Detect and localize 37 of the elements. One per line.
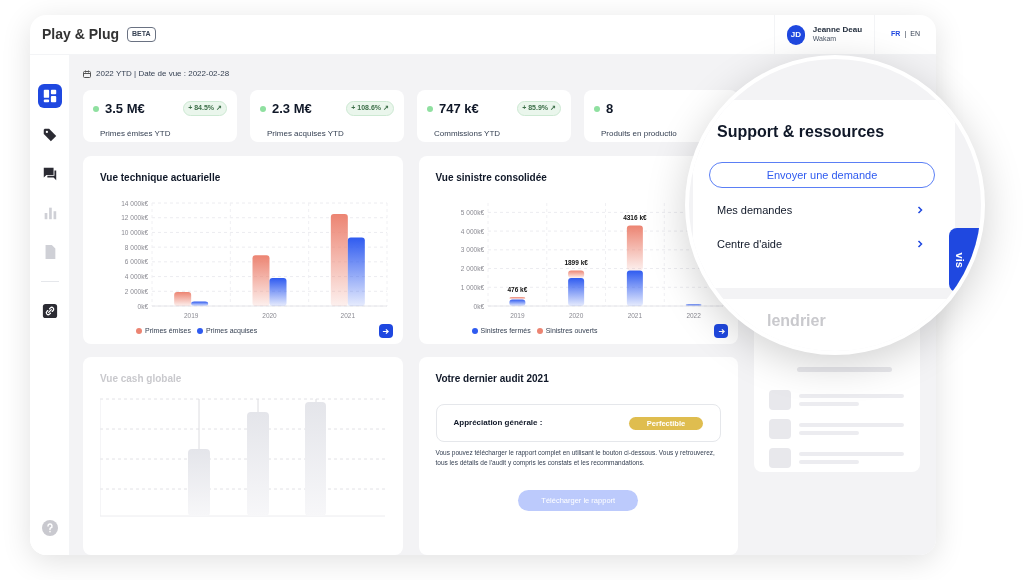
logo[interactable]: Play & Plug bbox=[42, 24, 120, 45]
chat-icon bbox=[41, 166, 58, 182]
feedback-tab[interactable]: vis bbox=[949, 228, 981, 292]
dashboard-icon bbox=[41, 88, 58, 104]
menu-link[interactable]: Centre d'aide bbox=[717, 234, 923, 254]
arrow-right-icon bbox=[717, 327, 725, 335]
feedback-tab-label: vis bbox=[952, 252, 967, 268]
bar bbox=[188, 449, 210, 517]
sidebar-button[interactable] bbox=[37, 84, 62, 108]
user-name: Jeanne Deau bbox=[812, 25, 863, 36]
kpi-label: Primes émises YTD bbox=[99, 128, 172, 141]
kpi-value: 2.3 M€ bbox=[272, 99, 312, 118]
card-title: Support & ressources bbox=[717, 122, 886, 142]
kpi-label: Primes acquises YTD bbox=[266, 128, 345, 141]
next-button[interactable] bbox=[714, 324, 728, 339]
kpi-label: Commissions YTD bbox=[433, 128, 502, 141]
bar bbox=[626, 225, 643, 271]
bar bbox=[626, 270, 643, 307]
link-icon bbox=[41, 303, 58, 319]
menu-link[interactable]: Mes demandes bbox=[717, 200, 923, 220]
rating-label: Appréciation générale : bbox=[453, 417, 543, 430]
tag-icon bbox=[41, 127, 58, 143]
card-title: Vue technique actuarielle bbox=[100, 171, 222, 186]
kpi-value: 3.5 M€ bbox=[105, 99, 145, 118]
skeleton-avatar bbox=[769, 390, 791, 410]
bar bbox=[685, 304, 702, 307]
period-label: 2022 YTD | Date de vue : 2022-02-28 bbox=[96, 67, 230, 80]
kpi-value: 8 bbox=[606, 99, 614, 118]
card-title: Votre dernier audit 2021 bbox=[435, 372, 550, 387]
arrow-right-icon bbox=[382, 327, 389, 335]
card-title: Vue sinistre consolidée bbox=[435, 171, 548, 186]
user-avatar[interactable]: JD bbox=[787, 24, 805, 45]
kpi-value: 747 k€ bbox=[439, 99, 479, 118]
calendar-icon bbox=[83, 69, 91, 78]
chevron-right-icon bbox=[917, 240, 923, 248]
chevron-right-icon bbox=[917, 206, 923, 214]
next-button[interactable] bbox=[378, 324, 393, 339]
